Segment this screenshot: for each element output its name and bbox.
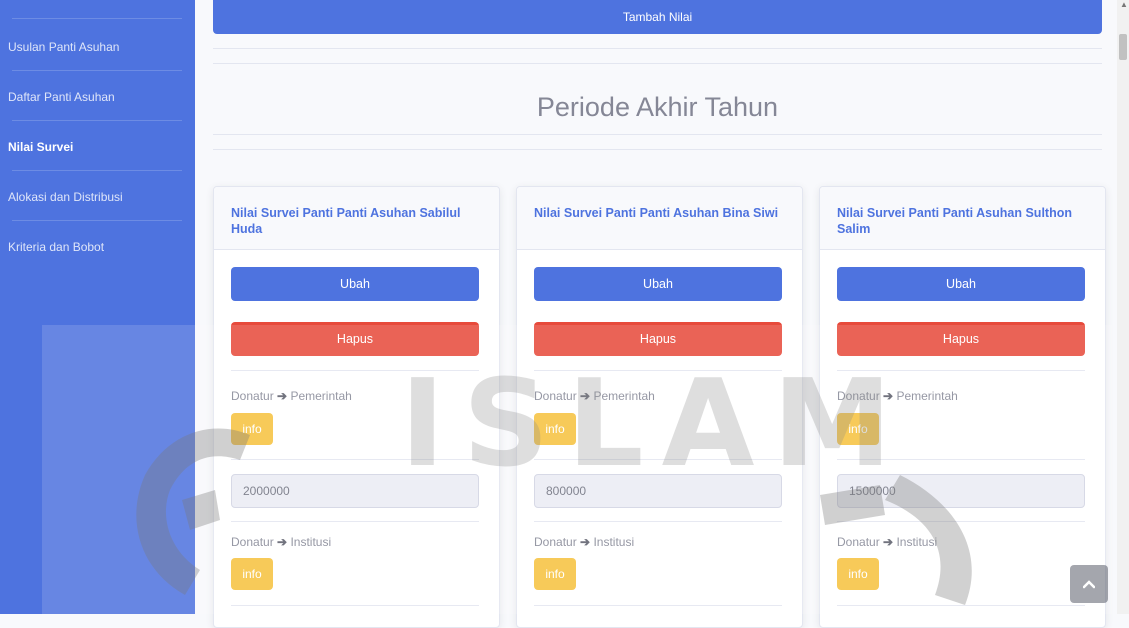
sidebar-divider [12, 120, 182, 121]
divider [534, 370, 782, 371]
criteria-from: Donatur [534, 389, 577, 403]
info-button[interactable]: info [837, 413, 879, 445]
criteria-label: Donatur ➔ Institusi [837, 535, 937, 549]
info-button[interactable]: info [534, 558, 576, 590]
divider [231, 605, 479, 606]
card-header: Nilai Survei Panti Panti Asuhan Bina Siw… [517, 187, 802, 250]
sidebar-item-daftar-panti-asuhan[interactable]: Daftar Panti Asuhan [0, 72, 195, 122]
divider [534, 459, 782, 460]
criteria-to: Institusi [593, 535, 635, 549]
period-title: Periode Akhir Tahun [536, 92, 779, 122]
ubah-button[interactable]: Ubah [231, 267, 479, 301]
card-header: Nilai Survei Panti Panti Asuhan Sulthon … [820, 187, 1105, 250]
ubah-button[interactable]: Ubah [534, 267, 782, 301]
divider [534, 605, 782, 606]
criteria-label: Donatur ➔ Institusi [534, 535, 634, 549]
criteria-from: Donatur [231, 535, 274, 549]
info-button[interactable]: info [231, 413, 273, 445]
sidebar-item-alokasi-dan-distribusi[interactable]: Alokasi dan Distribusi [0, 172, 195, 222]
info-button[interactable]: info [534, 413, 576, 445]
criteria-to: Pemerintah [290, 389, 352, 403]
divider [213, 63, 1102, 64]
divider [837, 521, 1085, 522]
criteria-to: Pemerintah [896, 389, 958, 403]
arrow-right-icon: ➔ [883, 535, 894, 549]
divider [837, 370, 1085, 371]
sidebar-item-usulan-panti-asuhan[interactable]: Usulan Panti Asuhan [0, 22, 195, 72]
arrow-right-icon: ➔ [883, 389, 894, 403]
criteria-from: Donatur [837, 535, 880, 549]
criteria-from: Donatur [231, 389, 274, 403]
arrow-right-icon: ➔ [580, 389, 591, 403]
info-button[interactable]: info [837, 558, 879, 590]
criteria-from: Donatur [837, 389, 880, 403]
arrow-right-icon: ➔ [580, 535, 591, 549]
sidebar-divider [12, 70, 182, 71]
criteria-from: Donatur [534, 535, 577, 549]
divider [534, 521, 782, 522]
scrollbar[interactable]: ▲ [1117, 0, 1129, 614]
scrollbar-thumb[interactable] [1119, 34, 1127, 60]
hapus-button[interactable]: Hapus [231, 322, 479, 356]
card-title: Nilai Survei Panti Panti Asuhan Bina Siw… [534, 206, 779, 220]
divider [837, 605, 1085, 606]
tambah-nilai-button[interactable]: Tambah Nilai [213, 0, 1102, 34]
sidebar-item-nilai-survei[interactable]: Nilai Survei [0, 122, 195, 172]
card-title: Nilai Survei Panti Panti Asuhan Sabilul … [231, 206, 461, 236]
scroll-up-arrow-icon[interactable]: ▲ [1120, 1, 1128, 9]
divider [213, 134, 1102, 135]
sidebar: Usulan Panti Asuhan Daftar Panti Asuhan … [0, 0, 195, 614]
arrow-right-icon: ➔ [277, 389, 288, 403]
divider [231, 370, 479, 371]
criteria-label: Donatur ➔ Pemerintah [837, 389, 958, 403]
criteria-label: Donatur ➔ Pemerintah [534, 389, 655, 403]
survey-card: Nilai Survei Panti Panti Asuhan Sabilul … [213, 186, 500, 628]
value-field[interactable]: 800000 [534, 474, 782, 508]
info-button[interactable]: info [231, 558, 273, 590]
chevron-up-icon [1083, 580, 1095, 589]
arrow-right-icon: ➔ [277, 535, 288, 549]
criteria-to: Pemerintah [593, 389, 655, 403]
scroll-to-top-button[interactable] [1070, 565, 1108, 603]
value-field[interactable]: 2000000 [231, 474, 479, 508]
hapus-button[interactable]: Hapus [837, 322, 1085, 356]
survey-card: Nilai Survei Panti Panti Asuhan Sulthon … [819, 186, 1106, 628]
divider [213, 149, 1102, 150]
criteria-to: Institusi [290, 535, 332, 549]
card-header: Nilai Survei Panti Panti Asuhan Sabilul … [214, 187, 499, 250]
divider [213, 48, 1102, 49]
criteria-label: Donatur ➔ Institusi [231, 535, 331, 549]
sidebar-divider [12, 18, 182, 19]
ubah-button[interactable]: Ubah [837, 267, 1085, 301]
divider [837, 459, 1085, 460]
divider [231, 521, 479, 522]
card-title: Nilai Survei Panti Panti Asuhan Sulthon … [837, 206, 1072, 236]
criteria-label: Donatur ➔ Pemerintah [231, 389, 352, 403]
survey-card: Nilai Survei Panti Panti Asuhan Bina Siw… [516, 186, 803, 628]
sidebar-divider [12, 170, 182, 171]
value-field[interactable]: 1500000 [837, 474, 1085, 508]
sidebar-divider [12, 220, 182, 221]
hapus-button[interactable]: Hapus [534, 322, 782, 356]
divider [231, 459, 479, 460]
sidebar-item-kriteria-dan-bobot[interactable]: Kriteria dan Bobot [0, 222, 195, 272]
criteria-to: Institusi [896, 535, 938, 549]
